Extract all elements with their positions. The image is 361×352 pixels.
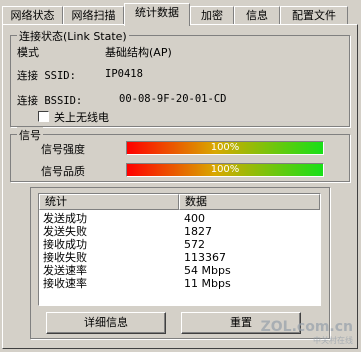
- tab-statistics[interactable]: 统计数据: [124, 3, 190, 26]
- stat-name[interactable]: 发送速率: [43, 264, 87, 277]
- watermark-sub: 中关村在线: [313, 336, 353, 345]
- tab-encryption[interactable]: 加密: [190, 6, 234, 24]
- mode-label: 模式: [17, 46, 39, 59]
- stat-name[interactable]: 发送失败: [43, 225, 87, 238]
- stat-value: 1827: [184, 225, 212, 238]
- bssid-value: 00-08-9F-20-01-CD: [119, 93, 227, 105]
- stat-value: 11 Mbps: [184, 277, 231, 290]
- stat-value: 54 Mbps: [184, 264, 231, 277]
- stat-value: 400: [184, 212, 205, 225]
- signal-quality-label: 信号品质: [41, 165, 85, 178]
- stat-name[interactable]: 接收速率: [43, 277, 87, 290]
- watermark-site: ZOL.com.cn: [260, 319, 353, 335]
- watermark: ZOL.com.cn 中关村在线: [261, 319, 353, 346]
- tab-info[interactable]: 信息: [234, 6, 280, 24]
- signal-group: 信号 信号强度 100% 信号品质 100%: [10, 127, 350, 182]
- tab-network-scan[interactable]: 网络扫描: [63, 6, 124, 24]
- stat-name[interactable]: 接收失败: [43, 251, 87, 264]
- ssid-label: 连接 SSID:: [17, 70, 76, 82]
- radio-off-checkbox[interactable]: [38, 111, 49, 122]
- statistics-panel: 连接状态(Link State) 模式 基础结构(AP) 连接 SSID: IP…: [2, 24, 358, 349]
- stat-value: 572: [184, 238, 205, 251]
- signal-strength-value: 100%: [210, 142, 240, 153]
- signal-quality-value: 100%: [210, 164, 240, 175]
- stats-group: 统计 数据 发送成功 400 发送失败 1827 接收成功 572 接收失败 113367 发送…: [30, 187, 330, 339]
- ssid-value: IP0418: [105, 68, 143, 80]
- stat-name[interactable]: 发送成功: [43, 212, 87, 225]
- mode-value: 基础结构(AP): [105, 46, 172, 59]
- stats-table: 统计 数据 发送成功 400 发送失败 1827 接收成功 572 接收失败 113367 发送…: [38, 193, 321, 306]
- signal-strength-label: 信号强度: [41, 143, 85, 156]
- stat-value: 113367: [184, 251, 226, 264]
- stats-header-value[interactable]: 数据: [179, 194, 320, 210]
- bssid-label: 连接 BSSID:: [17, 95, 83, 107]
- details-button[interactable]: 详细信息: [46, 312, 166, 334]
- tab-network-status[interactable]: 网络状态: [2, 6, 63, 24]
- link-state-title: 连接状态(Link State): [17, 28, 129, 44]
- signal-strength-bar: 100%: [126, 141, 324, 155]
- stat-name[interactable]: 接收成功: [43, 238, 87, 251]
- radio-off-label[interactable]: 关上无线电: [54, 109, 109, 125]
- signal-title: 信号: [17, 127, 43, 143]
- stats-header-name[interactable]: 统计: [39, 194, 179, 210]
- signal-quality-bar: 100%: [126, 163, 324, 177]
- tab-profiles[interactable]: 配置文件: [280, 6, 348, 24]
